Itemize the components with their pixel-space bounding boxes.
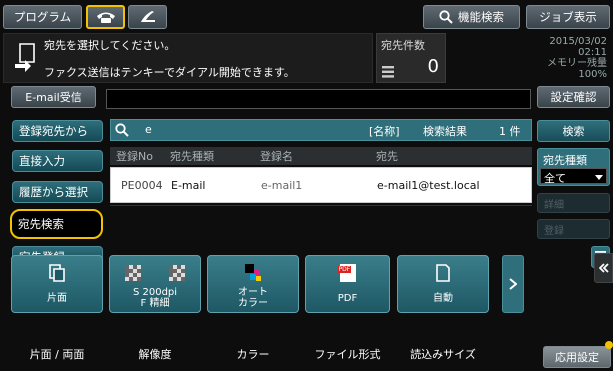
settings-confirm-button[interactable]: 設定確認 xyxy=(537,86,610,108)
tile-label-scan-size: 自動 xyxy=(433,292,453,304)
list-icon xyxy=(382,66,394,78)
function-search-label: 機能検索 xyxy=(458,10,504,24)
destination-count-panel: 宛先件数 0 xyxy=(376,33,446,83)
caption-sided: 片面 / 両面 xyxy=(29,348,85,361)
search-bar[interactable]: e [名称] 検索結果 1 件 xyxy=(110,119,532,141)
caption-resolution: 解像度 xyxy=(138,348,172,361)
memory-value: 100% xyxy=(578,69,607,80)
search-result-count: 1 件 xyxy=(499,125,521,138)
search-icon xyxy=(439,10,453,24)
column-header-destination: 宛先 xyxy=(376,150,398,163)
column-header-reg-name: 登録名 xyxy=(260,150,293,163)
tile-single-double-sided[interactable]: 片面 xyxy=(11,255,103,313)
tile-resolution[interactable]: S 200dpi F 精細 xyxy=(109,255,201,313)
status-indicator-dot xyxy=(605,341,613,349)
status-panel: 2015/03/02 02:11 メモリー残量 100% xyxy=(450,33,610,83)
fax-mode-button[interactable] xyxy=(86,5,125,29)
caption-color: カラー xyxy=(236,348,270,361)
collapse-panel-button[interactable] xyxy=(594,253,613,283)
cell-destination: e-mail1@test.local xyxy=(377,178,480,192)
search-field: [名称] xyxy=(369,125,400,138)
search-query: e xyxy=(145,123,152,136)
tile-file-format[interactable]: PDF PDF xyxy=(305,255,390,313)
application-settings-button[interactable]: 応用設定 xyxy=(543,346,611,368)
dest-type-label: 宛先種類 xyxy=(543,154,587,167)
table-row[interactable]: PE0004 E-mail e-mail1 e-mail1@test.local xyxy=(110,167,532,203)
chevron-right-icon xyxy=(509,278,517,290)
destination-count-label: 宛先件数 xyxy=(381,39,425,52)
table-empty-area xyxy=(110,205,532,245)
tile-label-color: オート カラー xyxy=(238,287,268,309)
caption-scan-size: 読込みサイズ xyxy=(410,348,476,361)
chevron-down-icon xyxy=(595,175,603,180)
caption-file-format: ファイル形式 xyxy=(314,348,381,361)
email-receive-button[interactable]: E-mail受信 xyxy=(11,86,96,108)
nav-destination-search[interactable]: 宛先検索 xyxy=(10,209,103,239)
tile-scan-size[interactable]: 自動 xyxy=(397,255,489,313)
handset-button[interactable] xyxy=(128,5,167,29)
status-date: 2015/03/02 xyxy=(549,36,607,47)
tile-label-file-format: PDF xyxy=(337,292,358,304)
nav-direct-input[interactable]: 直接入力 xyxy=(12,150,103,172)
dest-type-select[interactable]: 全て xyxy=(540,168,607,185)
cell-reg-name: e-mail1 xyxy=(261,178,303,192)
page-icon xyxy=(436,262,450,284)
message-line2: ファクス送信はテンキーでダイアル開始できます。 xyxy=(44,66,295,79)
color-icon xyxy=(245,262,261,284)
register-button[interactable]: 登録 xyxy=(537,219,610,239)
column-header-reg-no: 登録No xyxy=(116,150,153,163)
destination-count-value: 0 xyxy=(427,56,439,77)
function-search-button[interactable]: 機能検索 xyxy=(423,5,520,29)
memory-label: メモリー残量 xyxy=(547,58,607,69)
tile-label-sided: 片面 xyxy=(47,292,67,304)
message-line1: 宛先を選択してください。 xyxy=(44,39,176,52)
job-display-button[interactable]: ジョブ表示 xyxy=(526,5,610,29)
tile-label-resolution: S 200dpi F 精細 xyxy=(132,287,178,309)
nav-select-from-history[interactable]: 履歴から選択 xyxy=(12,181,103,203)
program-button[interactable]: プログラム xyxy=(3,5,82,29)
single-sided-icon xyxy=(49,262,65,284)
pdf-file-icon: PDF xyxy=(337,262,356,284)
search-result-label: 検索結果 xyxy=(423,125,467,138)
telephone-icon xyxy=(96,12,115,23)
message-area: 宛先を選択してください。 ファクス送信はテンキーでダイアル開始できます。 xyxy=(3,33,373,83)
search-icon xyxy=(115,123,129,137)
dest-type-selector[interactable]: 宛先種類 全て xyxy=(537,148,610,186)
search-button[interactable]: 検索 xyxy=(537,120,610,142)
cell-dest-type: E-mail xyxy=(171,178,206,192)
status-time: 02:11 xyxy=(578,47,607,58)
dest-type-value: 全て xyxy=(544,172,566,185)
destination-entry-bar xyxy=(106,89,531,109)
resolution-icon xyxy=(125,262,185,284)
cell-reg-no: PE0004 xyxy=(121,178,163,192)
tiles-next-button[interactable] xyxy=(502,255,524,313)
handset-icon xyxy=(140,11,155,22)
document-send-icon xyxy=(15,43,35,72)
tile-color[interactable]: オート カラー xyxy=(207,255,299,313)
column-header-dest-type: 宛先種類 xyxy=(170,150,214,163)
detail-button[interactable]: 詳細 xyxy=(537,193,610,213)
nav-registered-destinations[interactable]: 登録宛先から xyxy=(12,120,103,142)
table-header: 登録No 宛先種類 登録名 宛先 xyxy=(110,147,532,165)
double-chevron-left-icon xyxy=(598,263,609,273)
